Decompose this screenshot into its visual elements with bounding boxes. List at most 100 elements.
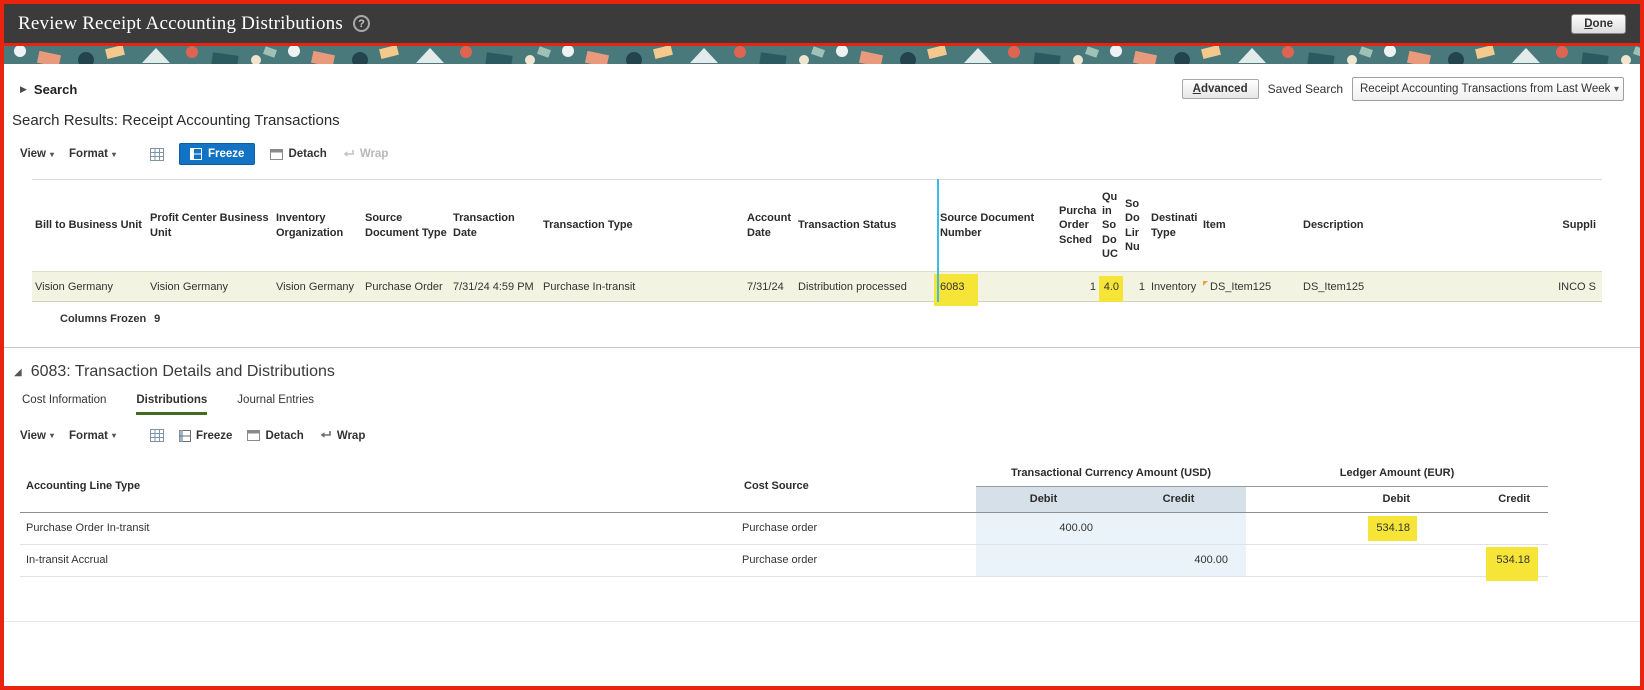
wrap-button-disabled: Wrap xyxy=(342,148,389,160)
column-header[interactable]: Bill to Business Unit xyxy=(32,180,147,272)
distribution-row[interactable]: Purchase Order In-transit Purchase order… xyxy=(20,512,1549,545)
advanced-button-label: Advanced xyxy=(1192,83,1248,95)
results-table-container: Bill to Business Unit Profit Center Busi… xyxy=(4,179,1640,306)
distributions-table: Accounting Line Type Cost Source Transac… xyxy=(20,460,1549,581)
advanced-search-button[interactable]: Advanced xyxy=(1181,79,1259,99)
tab-distributions[interactable]: Distributions xyxy=(136,394,208,415)
search-panel-header: ▶ Search Advanced Saved Search Receipt A… xyxy=(4,64,1640,103)
view-menu-button[interactable]: View ▾ xyxy=(20,430,54,442)
cell-cost-source: Purchase order xyxy=(738,544,976,577)
distributions-group-header-row: Accounting Line Type Cost Source Transac… xyxy=(20,460,1549,513)
results-toolbar: View ▾ Format ▾ Freeze Detach Wrap xyxy=(4,129,1640,173)
cell-line-number: 1 xyxy=(1122,271,1148,302)
cell-supplier: INCO S xyxy=(1526,271,1602,302)
cell-profit-center-bu: Vision Germany xyxy=(147,271,273,302)
cell-usd-debit: 400.00 xyxy=(976,512,1111,545)
cell-bill-to-bu: Vision Germany xyxy=(32,271,147,302)
done-button-label: Done xyxy=(1584,17,1613,30)
freeze-button[interactable]: Freeze xyxy=(179,429,233,442)
detach-icon xyxy=(247,430,261,441)
column-header-eur-debit: Debit xyxy=(1246,486,1429,513)
column-header-accounting-line-type: Accounting Line Type xyxy=(20,460,738,513)
highlight-eur-credit: 534.18 xyxy=(1486,547,1539,581)
details-tabs: Cost Information Distributions Journal E… xyxy=(4,381,1640,415)
wrap-button-label: Wrap xyxy=(359,148,389,160)
column-header[interactable]: Item xyxy=(1200,180,1300,272)
format-menu-button[interactable]: Format ▾ xyxy=(69,430,116,442)
cell-account-date: 7/31/24 xyxy=(744,271,795,302)
cell-source-doc-type: Purchase Order xyxy=(362,271,450,302)
saved-search-selected-value: Receipt Accounting Transactions from Las… xyxy=(1360,83,1610,95)
group-header-eur: Ledger Amount (EUR) xyxy=(1246,460,1549,487)
results-header-row: Bill to Business Unit Profit Center Busi… xyxy=(32,180,1602,272)
column-header[interactable]: Suppli xyxy=(1526,180,1602,272)
chevron-down-icon: ▾ xyxy=(1613,83,1619,95)
grid-icon-button[interactable] xyxy=(150,147,165,161)
cell-line-type: Purchase Order In-transit xyxy=(20,512,738,545)
detach-button[interactable]: Detach xyxy=(247,430,304,442)
wrap-icon xyxy=(343,149,354,157)
cell-source-doc-number: 6083 xyxy=(934,271,1056,306)
saved-search-select[interactable]: Receipt Accounting Transactions from Las… xyxy=(1352,77,1624,101)
cell-usd-debit xyxy=(976,544,1111,577)
wrap-icon xyxy=(320,431,331,438)
banner-pattern-image xyxy=(4,46,1640,64)
cell-destination-type: Inventory xyxy=(1148,271,1200,302)
highlight-quantity: 4.0 xyxy=(1098,275,1123,302)
search-disclosure-toggle[interactable]: ▶ Search xyxy=(20,82,77,97)
cell-transaction-type: Purchase In-transit xyxy=(540,271,744,302)
format-menu-label: Format xyxy=(69,429,108,442)
cell-eur-debit: 534.18 xyxy=(1246,512,1429,545)
grid-icon-button[interactable] xyxy=(150,429,165,442)
chevron-down-icon: ▾ xyxy=(112,431,117,440)
format-menu-label: Format xyxy=(69,148,108,160)
cell-usd-credit: 400.00 xyxy=(1111,544,1247,577)
chevron-down-icon: ▾ xyxy=(50,431,55,440)
disclosure-collapsed-icon: ▶ xyxy=(20,83,27,94)
chevron-down-icon: ▾ xyxy=(50,149,55,159)
details-section-header: ◢ 6083: Transaction Details and Distribu… xyxy=(4,348,1640,381)
view-menu-label: View xyxy=(20,148,46,160)
view-menu-button[interactable]: View ▾ xyxy=(20,148,54,160)
column-header[interactable]: Inventory Organization xyxy=(273,180,362,272)
cell-cost-source: Purchase order xyxy=(738,512,976,545)
results-data-row[interactable]: Vision Germany Vision Germany Vision Ger… xyxy=(32,271,1602,306)
cell-inventory-org: Vision Germany xyxy=(273,271,362,302)
column-header[interactable]: Transaction Type xyxy=(540,180,744,272)
detach-button[interactable]: Detach xyxy=(270,148,327,160)
disclosure-expanded-icon[interactable]: ◢ xyxy=(14,367,22,378)
results-table: Bill to Business Unit Profit Center Busi… xyxy=(32,179,1602,306)
cell-description: DS_Item125 xyxy=(1300,271,1526,302)
column-header[interactable]: Description xyxy=(1300,180,1526,272)
column-header[interactable]: Transaction Date xyxy=(450,180,540,272)
freeze-button[interactable]: Freeze xyxy=(179,143,256,165)
format-menu-button[interactable]: Format ▾ xyxy=(69,148,116,160)
freeze-button-label: Freeze xyxy=(208,148,245,160)
distribution-row[interactable]: In-transit Accrual Purchase order 400.00… xyxy=(20,544,1549,581)
cell-eur-credit: 534.18 xyxy=(1428,544,1549,581)
columns-frozen-count: 9 xyxy=(154,313,161,325)
tab-cost-information[interactable]: Cost Information xyxy=(22,394,106,415)
freeze-button-label: Freeze xyxy=(196,429,233,442)
done-button[interactable]: Done xyxy=(1571,13,1626,34)
columns-frozen-label: Columns Frozen xyxy=(60,313,147,325)
group-header-usd: Transactional Currency Amount (USD) xyxy=(976,460,1247,487)
column-header[interactable]: Account Date xyxy=(744,180,795,272)
column-header[interactable]: Source Document Type xyxy=(362,180,450,272)
tab-journal-entries[interactable]: Journal Entries xyxy=(237,394,314,415)
wrap-button[interactable]: Wrap xyxy=(319,430,365,442)
freeze-column-indicator xyxy=(937,179,939,302)
column-header[interactable]: Profit Center Business Unit xyxy=(147,180,273,272)
column-header[interactable]: Source Document Number xyxy=(937,180,1056,272)
column-header[interactable]: Purcha Order Sched xyxy=(1056,180,1099,272)
view-menu-label: View xyxy=(20,429,46,442)
column-header[interactable]: Destinati Type xyxy=(1148,180,1200,272)
distributions-toolbar: View ▾ Format ▾ Freeze Detach Wrap xyxy=(4,415,1640,450)
content-bottom-border xyxy=(4,620,1640,622)
detach-button-label: Detach xyxy=(288,148,327,160)
help-icon[interactable]: ? xyxy=(352,15,370,32)
column-header[interactable]: Transaction Status xyxy=(795,180,937,272)
column-header[interactable]: So Do Lir Nu xyxy=(1122,180,1148,272)
column-header[interactable]: Qu in So Do UC xyxy=(1099,180,1122,272)
grid-icon xyxy=(150,147,165,161)
